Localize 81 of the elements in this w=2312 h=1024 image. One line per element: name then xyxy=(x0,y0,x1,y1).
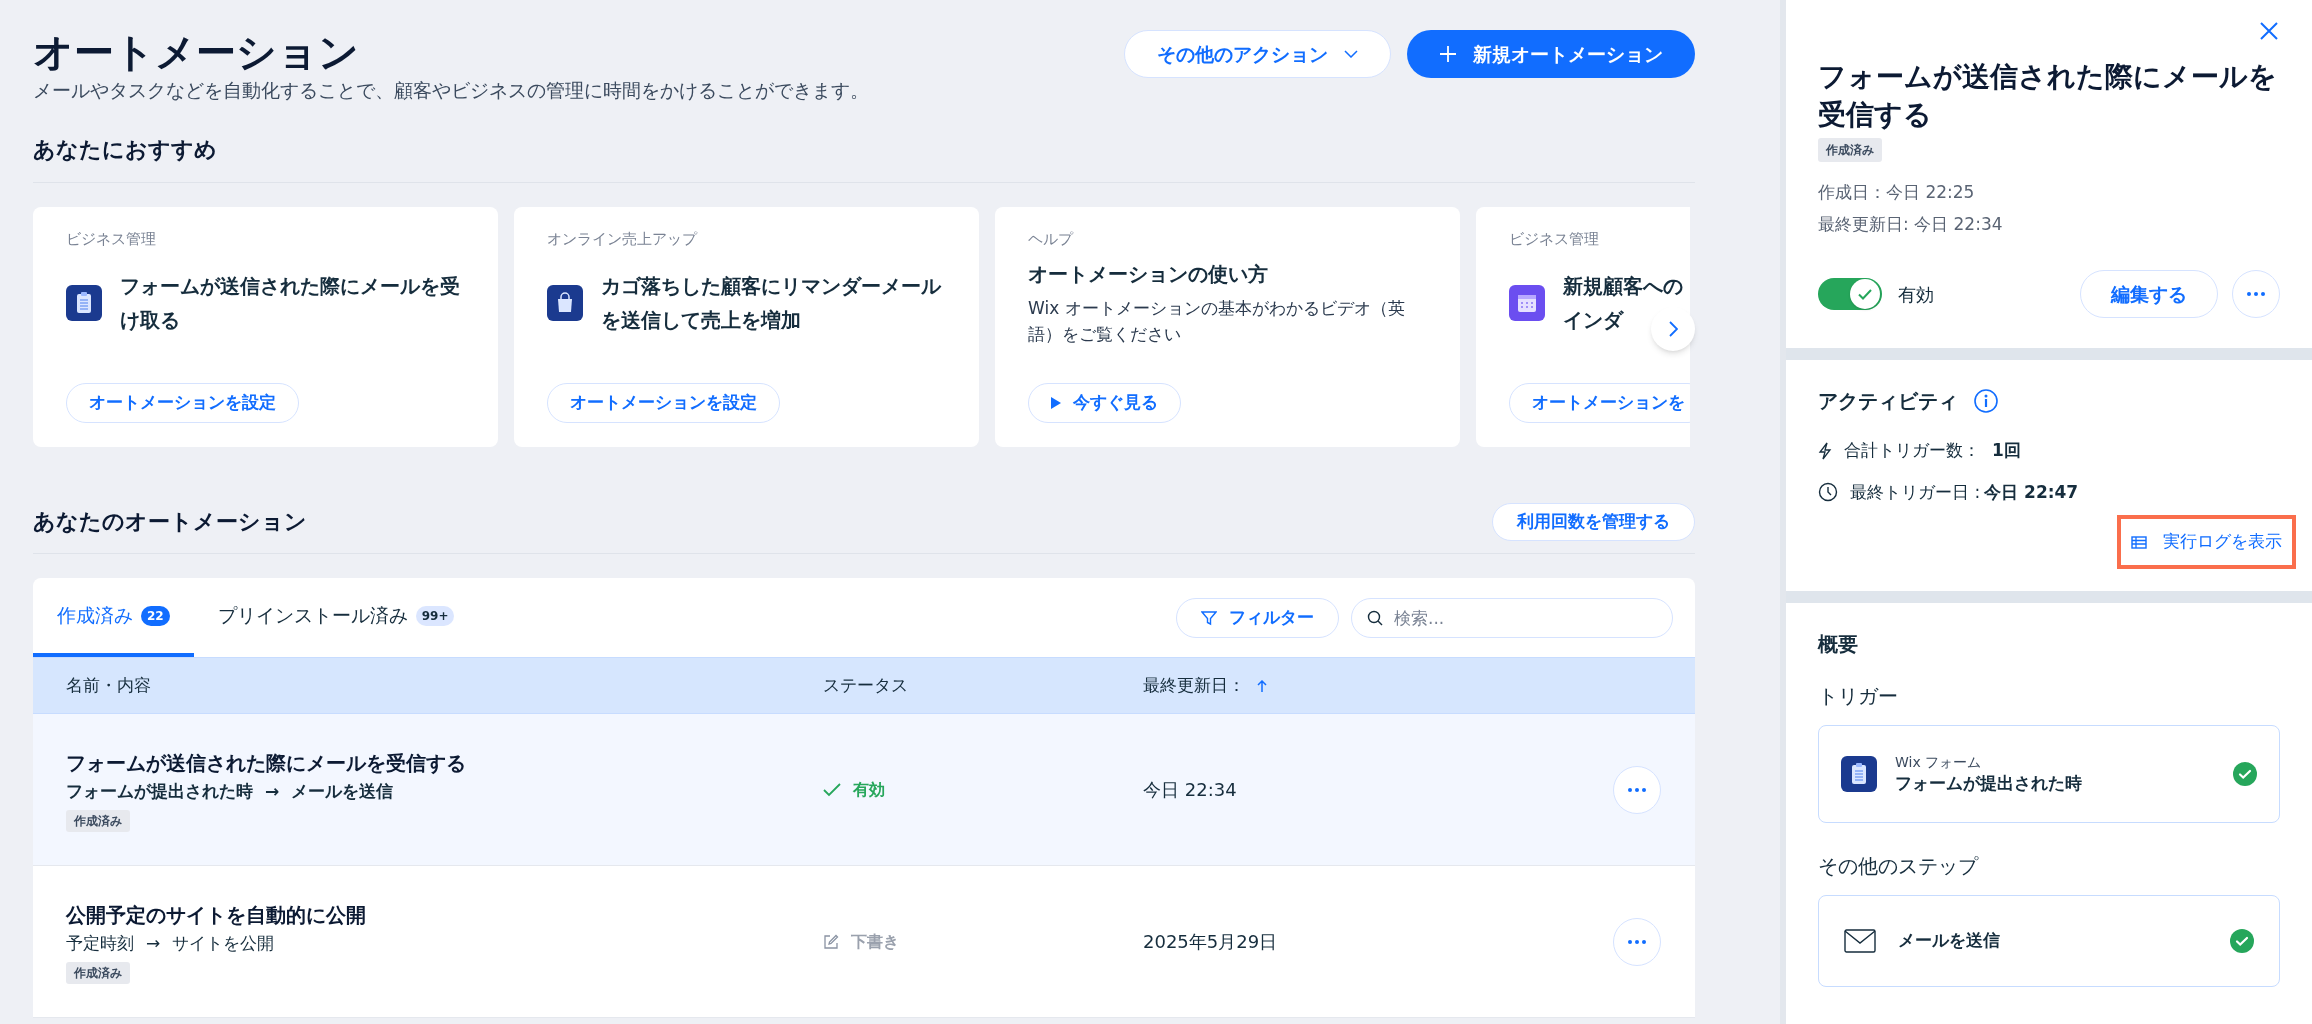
trigger-card[interactable]: Wix フォーム フォームが提出された時 xyxy=(1818,725,2280,823)
plus-icon xyxy=(1439,45,1457,63)
count-badge: 99+ xyxy=(415,605,455,626)
section-heading: あなたにおすすめ xyxy=(33,136,218,164)
calendar-icon xyxy=(1509,285,1545,321)
card-title: オートメーションの使い方 xyxy=(1028,261,1269,288)
close-button[interactable] xyxy=(2258,20,2280,42)
chevron-right-icon xyxy=(1668,321,1678,337)
column-header: 名前・内容 xyxy=(66,673,152,697)
clipboard-icon xyxy=(66,285,102,321)
section-heading: あなたのオートメーション xyxy=(33,508,307,536)
status-tag: 作成済み xyxy=(66,809,130,832)
shopping-bag-icon xyxy=(547,285,583,321)
more-icon xyxy=(2247,292,2265,296)
manage-usage-button[interactable]: 利用回数を管理する xyxy=(1492,503,1695,541)
page-title: オートメーション xyxy=(33,28,360,76)
automation-title: フォームが送信された際にメールを受信する xyxy=(66,749,466,777)
chevron-down-icon xyxy=(1344,50,1358,58)
play-icon xyxy=(1051,397,1061,409)
sort-arrow-icon[interactable] xyxy=(1257,679,1267,692)
updated-date: 2025年5月29日 xyxy=(1143,930,1279,954)
last-trigger-value: 今日 22:47 xyxy=(1984,480,2079,504)
status-tag: 作成済み xyxy=(66,961,130,984)
total-triggers-label: 合計トリガー数： xyxy=(1844,439,1980,462)
updated-date: 最終更新日: 今日 22:34 xyxy=(1818,213,2004,236)
action-text: メールを送信 xyxy=(291,779,394,803)
column-header: ステータス xyxy=(823,673,909,697)
search-field[interactable]: 検索... xyxy=(1351,597,1673,638)
flow-arrow: → xyxy=(146,931,161,955)
step-name: メールを送信 xyxy=(1898,929,2001,953)
filter-icon xyxy=(1201,609,1217,626)
view-log-link[interactable]: 実行ログを表示 xyxy=(2117,515,2296,569)
toggle-label: 有効 xyxy=(1898,282,1934,307)
card-category: ビジネス管理 xyxy=(1509,229,1600,249)
clock-icon xyxy=(1818,482,1838,503)
trigger-text: フォームが提出された時 xyxy=(66,779,253,803)
card-category: オンライン売上アップ xyxy=(547,229,699,249)
lightning-icon xyxy=(1818,441,1832,460)
table-icon xyxy=(2131,535,2147,549)
column-header[interactable]: 最終更新日： xyxy=(1143,672,1245,699)
clipboard-icon xyxy=(1841,756,1877,792)
card-title: フォームが送信された際にメールを受け取る xyxy=(120,273,461,334)
table-row[interactable]: フォームが送信された際にメールを受信する フォームが提出された時 → メールを送信 作成済み 有効 今日 22:34 xyxy=(33,714,1695,866)
card-category: ヘルプ xyxy=(1028,229,1075,249)
step-card[interactable]: メールを送信 xyxy=(1818,895,2280,987)
activity-heading: アクティビティ xyxy=(1818,388,1958,415)
card-title: 新規顧客への xyxy=(1563,273,1683,300)
action-text: サイトを公開 xyxy=(172,931,275,955)
status-text: 下書き xyxy=(851,930,899,953)
trigger-text: 予定時刻 xyxy=(66,931,134,955)
total-triggers-value: 1回 xyxy=(1992,439,2021,462)
card-description: Wix オートメーションの基本がわかるビデオ（英語）をご覧ください xyxy=(1028,297,1406,346)
trigger-heading: トリガー xyxy=(1818,683,1899,710)
new-automation-button[interactable]: 新規オートメーション xyxy=(1407,30,1695,78)
overview-heading: 概要 xyxy=(1818,631,1859,658)
check-icon xyxy=(1858,288,1872,300)
info-icon[interactable] xyxy=(1974,389,1998,413)
card-category: ビジネス管理 xyxy=(66,229,157,249)
more-icon xyxy=(1628,939,1646,944)
automation-title: 公開予定のサイトを自動的に公開 xyxy=(66,901,366,929)
tab[interactable]: プリインストール済み 99+ xyxy=(193,578,479,657)
envelope-icon xyxy=(1844,929,1876,953)
more-actions-button[interactable]: その他のアクション xyxy=(1124,30,1391,78)
card-title: インダ xyxy=(1563,307,1623,334)
status-tag: 作成済み xyxy=(1818,138,1882,162)
updated-date: 今日 22:34 xyxy=(1143,778,1238,802)
search-icon xyxy=(1367,609,1383,626)
flow-arrow: → xyxy=(265,779,280,803)
more-icon xyxy=(1628,787,1646,792)
close-icon xyxy=(2260,22,2278,40)
created-date: 作成日：今日 22:25 xyxy=(1818,181,1976,204)
count-badge: 22 xyxy=(141,605,170,626)
steps-heading: その他のステップ xyxy=(1818,853,1980,880)
trigger-app: Wix フォーム xyxy=(1895,753,1983,771)
panel-title: フォームが送信された際にメールを受信する xyxy=(1818,59,2278,133)
trigger-name: フォームが提出された時 xyxy=(1895,772,2083,795)
status-text: 有効 xyxy=(853,778,885,801)
card-title: カゴ落ちした顧客にリマンダーメールを送信して売上を増加 xyxy=(601,273,943,334)
page-subtitle: メールやタスクなどを自動化することで、顧客やビジネスの管理に時間をかけることができます。 xyxy=(33,78,869,103)
enable-toggle[interactable] xyxy=(1818,278,1882,310)
last-trigger-label: 最終トリガー日 : xyxy=(1850,480,1981,504)
